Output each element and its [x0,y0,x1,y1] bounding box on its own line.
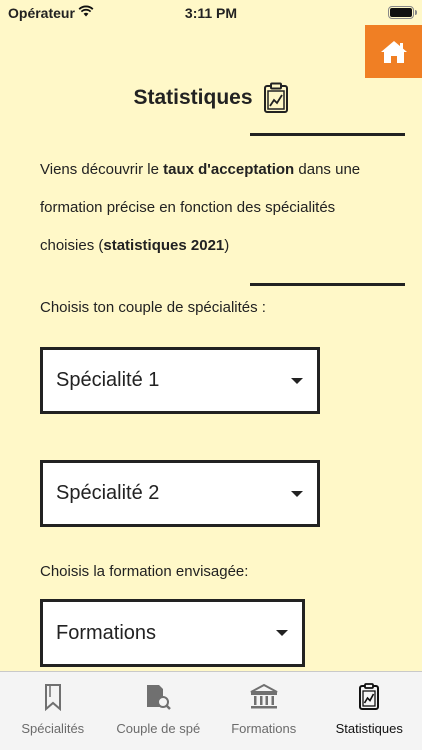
specialite2-select[interactable]: Spécialité 2 [40,460,320,527]
page-title: Statistiques [133,86,253,109]
home-icon [380,40,407,63]
chevron-down-icon [276,630,288,636]
tab-label: Couple de spé [116,721,201,736]
formation-prompt: Choisis la formation envisagée: [40,563,249,580]
intro-part: ) [224,237,230,254]
tab-couple-de-spe[interactable]: Couple de spé [106,672,212,750]
divider-top [250,133,405,136]
status-bar: Opérateur 3:11 PM [0,0,422,26]
clipboard-chart-icon [359,683,380,710]
clock: 3:11 PM [184,5,238,21]
specialite1-value: Spécialité 1 [56,369,160,391]
tab-specialites[interactable]: Spécialités [0,672,106,750]
intro-bold-rate: taux d'acceptation [163,161,295,178]
specialite1-select[interactable]: Spécialité 1 [40,347,320,414]
bookmark-icon [44,684,61,711]
tab-label: Spécialités [21,721,85,736]
document-search-icon [147,685,172,710]
tab-formations[interactable]: Formations [211,672,317,750]
divider-middle [250,283,405,286]
intro-text: Viens découvrir le taux d'acceptation da… [40,151,380,265]
specialite2-value: Spécialité 2 [56,482,160,504]
formations-select[interactable]: Formations [40,599,305,667]
bank-icon [250,683,278,709]
home-button[interactable] [365,25,422,78]
tab-label: Formations [231,721,297,736]
title-row: Statistiques [0,82,422,114]
chevron-down-icon [291,490,303,497]
tab-bar: Spécialités Couple de spé Formations Sta… [0,671,422,750]
battery-icon [388,6,414,19]
tab-statistiques[interactable]: Statistiques [317,672,422,750]
clipboard-chart-icon [263,82,288,113]
intro-part: Viens découvrir le [40,161,164,178]
tab-label: Statistiques [335,721,403,736]
chevron-down-icon [291,377,303,384]
intro-bold-year: statistiques 2021 [103,237,225,254]
formations-value: Formations [56,621,157,644]
couple-prompt: Choisis ton couple de spécialités : [40,299,266,316]
